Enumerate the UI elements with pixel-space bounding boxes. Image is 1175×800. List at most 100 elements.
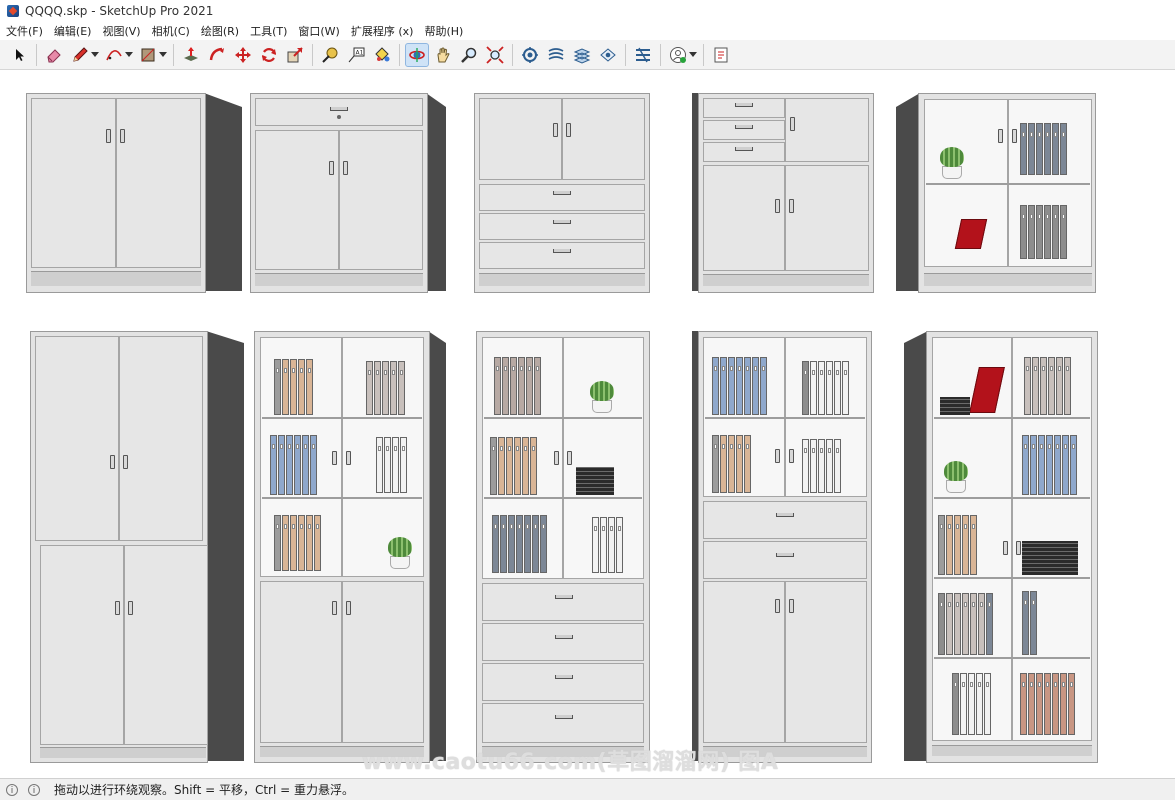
arc-icon[interactable]	[102, 43, 133, 67]
cabinet-tall-glass-drawer-door[interactable]	[692, 331, 874, 763]
cabinet-glass-door-low[interactable]	[896, 93, 1098, 293]
menu-view[interactable]: 视图(V)	[96, 23, 145, 39]
rotate-icon[interactable]	[257, 43, 281, 67]
cabinet-door-lower-right[interactable]	[124, 545, 208, 745]
chevron-down-icon[interactable]	[125, 51, 133, 57]
paint-bucket-icon[interactable]	[370, 43, 394, 67]
menu-file[interactable]: 文件(F)	[0, 23, 48, 39]
cabinet-plinth	[479, 273, 645, 286]
cabinet-drawer[interactable]	[703, 541, 867, 579]
pan-icon[interactable]	[431, 43, 455, 67]
info-icon[interactable]: i	[28, 783, 40, 796]
drawer-pull	[735, 125, 753, 129]
shelf	[926, 183, 1090, 185]
zoom-icon[interactable]	[457, 43, 481, 67]
select-icon[interactable]	[7, 43, 31, 67]
binder-row	[494, 357, 541, 415]
orbit-icon[interactable]	[405, 42, 429, 67]
menu-window[interactable]: 窗口(W)	[292, 23, 344, 39]
pencil-icon[interactable]	[68, 43, 99, 67]
cabinet-drawer[interactable]	[482, 663, 644, 701]
door-handle	[998, 129, 1003, 143]
sandbox-icon[interactable]	[518, 43, 542, 67]
menu-help[interactable]: 帮助(H)	[418, 23, 468, 39]
cabinet-door-left[interactable]	[31, 98, 116, 268]
cabinet-drawer[interactable]	[479, 184, 645, 211]
door-handle	[790, 117, 795, 131]
extension-warehouse-icon[interactable]	[709, 43, 733, 67]
extension-manager-icon[interactable]	[631, 43, 655, 67]
push-pull-icon[interactable]	[179, 43, 203, 67]
cabinet-drawer[interactable]	[482, 703, 644, 743]
cabinet-door-upper-left[interactable]	[35, 336, 119, 541]
cabinet-tall-full-glass[interactable]	[904, 331, 1100, 763]
chevron-down-icon[interactable]	[91, 51, 99, 57]
cabinet-drawer[interactable]	[703, 120, 785, 140]
section-plane-icon[interactable]	[544, 43, 568, 67]
cabinet-drawer[interactable]	[703, 98, 785, 118]
model-viewport[interactable]	[0, 71, 1175, 778]
cabinet-two-door-low[interactable]	[26, 93, 242, 293]
shelf	[484, 417, 642, 419]
cabinet-door-left[interactable]	[255, 130, 339, 270]
toolbar-separator	[625, 43, 626, 66]
move-icon[interactable]	[231, 43, 255, 67]
cabinet-drawer[interactable]	[255, 98, 423, 126]
cabinet-door-upper-right[interactable]	[785, 98, 869, 162]
cabinet-door-right[interactable]	[339, 130, 423, 270]
geo-location-icon[interactable]: i	[6, 783, 18, 796]
menu-extensions[interactable]: 扩展程序 (x)	[345, 23, 419, 39]
cabinet-door-right[interactable]	[116, 98, 201, 268]
cabinet-tall-four-door[interactable]	[30, 331, 244, 763]
components-icon[interactable]	[570, 43, 594, 67]
cabinet-door-upper-right[interactable]	[119, 336, 203, 541]
cabinet-door-lower-left[interactable]	[40, 545, 124, 745]
cabinet-drawer[interactable]	[479, 242, 645, 269]
text-label-icon[interactable]: A1	[344, 43, 368, 67]
cabinet-drawer-two-door[interactable]	[250, 93, 446, 293]
chevron-down-icon[interactable]	[159, 51, 167, 57]
cabinet-door-lower-left[interactable]	[703, 581, 785, 743]
cabinet-door-lower-right[interactable]	[785, 581, 867, 743]
door-handle	[332, 601, 337, 615]
main-toolbar: A1	[0, 40, 1175, 70]
cabinet-drawer[interactable]	[479, 213, 645, 240]
cabinet-door-right[interactable]	[785, 165, 869, 271]
cabinet-door-left[interactable]	[479, 98, 562, 180]
scale-icon[interactable]	[283, 43, 307, 67]
account-icon[interactable]	[666, 43, 697, 67]
follow-me-icon[interactable]	[205, 43, 229, 67]
cabinet-door-lower-right[interactable]	[342, 581, 424, 743]
cabinet-drawer[interactable]	[482, 583, 644, 621]
binder-row	[1020, 123, 1067, 175]
cabinet-door-lower-left[interactable]	[260, 581, 342, 743]
cabinet-drawer[interactable]	[703, 501, 867, 539]
cabinet-drawer[interactable]	[482, 623, 644, 661]
binder-row	[366, 361, 405, 415]
cabinet-small-drawers-doors[interactable]	[692, 93, 876, 293]
cabinet-plinth	[40, 747, 206, 758]
zoom-extents-icon[interactable]	[483, 43, 507, 67]
menu-tools[interactable]: 工具(T)	[244, 23, 292, 39]
door-handle	[775, 199, 780, 213]
toolbar-separator	[399, 43, 400, 66]
rectangle-icon[interactable]	[136, 43, 167, 67]
door-handle	[346, 451, 351, 465]
cabinet-plinth	[924, 273, 1092, 286]
cabinet-two-door-three-drawer[interactable]	[474, 93, 652, 293]
tape-measure-icon[interactable]	[318, 43, 342, 67]
cabinet-door-right[interactable]	[562, 98, 645, 180]
cabinet-tall-glass-four-drawer[interactable]	[476, 331, 652, 763]
menu-draw[interactable]: 绘图(R)	[195, 23, 244, 39]
eraser-icon[interactable]	[42, 43, 66, 67]
chevron-down-icon[interactable]	[689, 51, 697, 57]
door-handle	[554, 451, 559, 465]
cabinet-door-left[interactable]	[703, 165, 785, 271]
styles-icon[interactable]	[596, 43, 620, 67]
drawer-pull	[735, 147, 753, 151]
watermark-text: www.caotu66.com(草图溜溜网) 图A	[362, 750, 779, 775]
cabinet-drawer[interactable]	[703, 142, 785, 162]
menu-edit[interactable]: 编辑(E)	[48, 23, 97, 39]
menu-camera[interactable]: 相机(C)	[146, 23, 195, 39]
cabinet-tall-glass-two-door[interactable]	[254, 331, 446, 763]
